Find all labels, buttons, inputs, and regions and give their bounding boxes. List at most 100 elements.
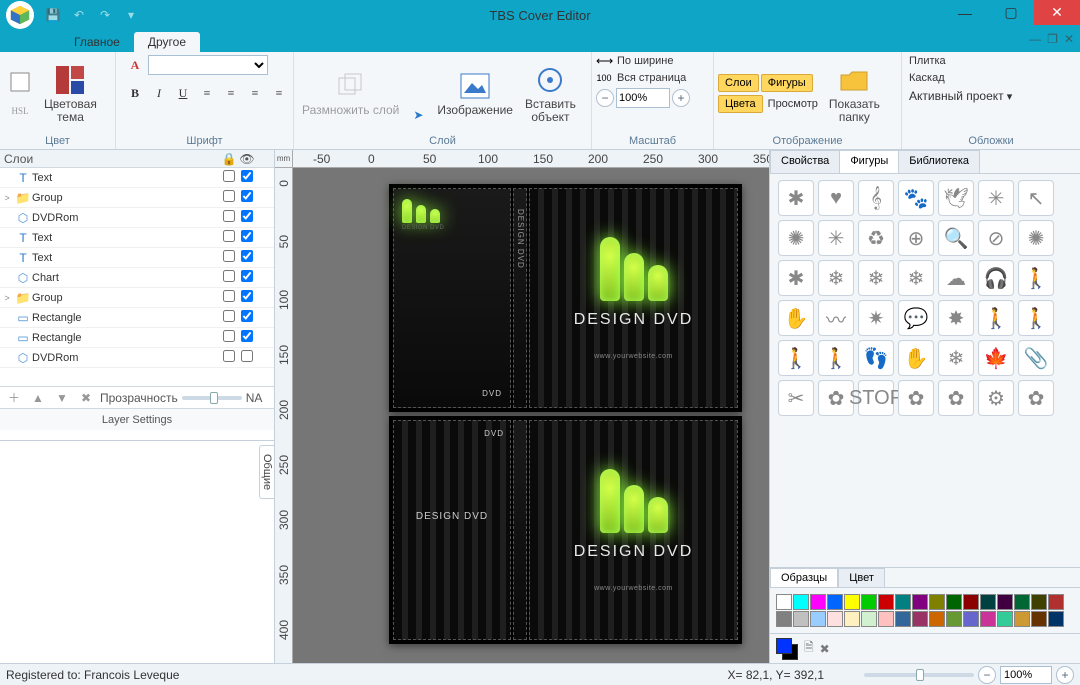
layer-visible[interactable] — [241, 330, 253, 342]
maximize-button[interactable]: ▢ — [988, 0, 1034, 25]
swatch[interactable] — [1031, 611, 1047, 627]
layer-lock[interactable] — [223, 250, 235, 262]
swatch[interactable] — [793, 611, 809, 627]
layer-visible[interactable] — [241, 270, 253, 282]
italic-button[interactable]: I — [148, 82, 170, 104]
layer-lock[interactable] — [223, 310, 235, 322]
layer-lock[interactable] — [223, 350, 235, 362]
swatch[interactable] — [861, 594, 877, 610]
app-menu[interactable] — [0, 0, 40, 30]
layer-visible[interactable] — [241, 350, 253, 362]
tab-properties[interactable]: Свойства — [770, 150, 840, 173]
shape-item[interactable]: ✿ — [938, 380, 974, 416]
shape-item[interactable]: 📎 — [1018, 340, 1054, 376]
insert-object-button[interactable]: Вставить объект — [521, 62, 580, 126]
shape-item[interactable]: ❄ — [898, 260, 934, 296]
fit-width-button[interactable]: По ширине — [614, 54, 677, 68]
layer-row[interactable]: >📁Group — [0, 188, 274, 208]
layer-row[interactable]: TText — [0, 248, 274, 268]
swatch[interactable] — [861, 611, 877, 627]
shape-item[interactable]: 🚶 — [978, 300, 1014, 336]
swatch[interactable] — [946, 594, 962, 610]
shape-item[interactable]: ✱ — [778, 180, 814, 216]
tab-shapes[interactable]: Фигуры — [839, 150, 899, 173]
shape-item[interactable]: 🚶 — [1018, 300, 1054, 336]
layer-lock[interactable] — [223, 330, 235, 342]
tab-color[interactable]: Цвет — [838, 568, 885, 587]
shapes-toggle[interactable]: Фигуры — [761, 74, 813, 92]
shape-item[interactable]: ☁ — [938, 260, 974, 296]
shape-item[interactable]: 〰 — [818, 300, 854, 336]
image-button[interactable]: Изображение — [433, 68, 517, 119]
swatch[interactable] — [1048, 611, 1064, 627]
shape-item[interactable]: ♻ — [858, 220, 894, 256]
align-left-icon[interactable]: ≡ — [196, 82, 218, 104]
shape-item[interactable]: ✳ — [978, 180, 1014, 216]
qat-save-icon[interactable]: 💾 — [44, 6, 62, 24]
align-justify-icon[interactable]: ≡ — [268, 82, 290, 104]
shape-item[interactable]: 𝄞 — [858, 180, 894, 216]
layer-down-icon[interactable]: ▼ — [52, 388, 72, 408]
dvd-cover-2[interactable]: DESIGN DVD DVD DESIGN DVD www.yourwebsit… — [389, 416, 742, 644]
shape-item[interactable]: ✿ — [898, 380, 934, 416]
swatch[interactable] — [895, 594, 911, 610]
layer-delete-icon[interactable]: ✖ — [76, 388, 96, 408]
qat-more-icon[interactable]: ▾ — [122, 6, 140, 24]
font-family-select[interactable] — [148, 55, 268, 75]
shape-item[interactable]: ✸ — [938, 300, 974, 336]
swatch[interactable] — [810, 594, 826, 610]
opacity-slider[interactable] — [182, 396, 242, 400]
zoom-value[interactable] — [1000, 666, 1052, 684]
zoom-slider[interactable] — [864, 673, 974, 677]
layer-visible[interactable] — [241, 170, 253, 182]
qat-redo-icon[interactable]: ↷ — [96, 6, 114, 24]
align-center-icon[interactable]: ≡ — [220, 82, 242, 104]
minimize-button[interactable]: — — [942, 0, 988, 25]
common-tab[interactable]: Общие — [259, 445, 274, 499]
swatch[interactable] — [878, 594, 894, 610]
close-button[interactable]: ✕ — [1034, 0, 1080, 25]
mdi-minimize-icon[interactable]: — — [1029, 32, 1041, 46]
layer-lock[interactable] — [223, 210, 235, 222]
shape-item[interactable]: STOP — [858, 380, 894, 416]
canvas[interactable]: DESIGN DVD DVD DESIGN DVD DESIGN DVD www… — [293, 168, 769, 663]
layer-row[interactable]: >📁Group — [0, 288, 274, 308]
swatch[interactable] — [963, 594, 979, 610]
swatch[interactable] — [827, 594, 843, 610]
shape-item[interactable]: ⚙ — [978, 380, 1014, 416]
tab-library[interactable]: Библиотека — [898, 150, 980, 173]
shape-item[interactable]: ❄ — [818, 260, 854, 296]
tab-samples[interactable]: Образцы — [770, 568, 838, 587]
shape-item[interactable]: ✳ — [818, 220, 854, 256]
doc-icon[interactable]: 🗎 — [804, 638, 814, 659]
swatch[interactable] — [997, 594, 1013, 610]
swatch[interactable] — [997, 611, 1013, 627]
layer-visible[interactable] — [241, 310, 253, 322]
swatch[interactable] — [963, 611, 979, 627]
shape-item[interactable]: 🚶 — [1018, 260, 1054, 296]
shape-item[interactable]: 🔍 — [938, 220, 974, 256]
colors-toggle[interactable]: Цвета — [718, 95, 763, 113]
layer-visible[interactable] — [241, 190, 253, 202]
tile-button[interactable]: Плитка — [906, 54, 949, 68]
shape-item[interactable]: ✺ — [1018, 220, 1054, 256]
layer-visible[interactable] — [241, 250, 253, 262]
hsl-button[interactable]: HSL — [9, 100, 31, 122]
current-color[interactable] — [776, 638, 792, 654]
layer-lock[interactable] — [223, 170, 235, 182]
layer-row[interactable]: TText — [0, 228, 274, 248]
zoom-out-icon[interactable]: − — [596, 89, 614, 107]
layer-row[interactable]: ▭Rectangle — [0, 308, 274, 328]
swatch[interactable] — [929, 611, 945, 627]
layer-add-icon[interactable]: ＋ — [4, 388, 24, 408]
tab-main[interactable]: Главное — [60, 32, 134, 52]
swatch[interactable] — [980, 611, 996, 627]
swatch[interactable] — [912, 594, 928, 610]
swatch[interactable] — [895, 611, 911, 627]
swatch[interactable] — [929, 594, 945, 610]
zoom-in-icon[interactable]: + — [672, 89, 690, 107]
bold-button[interactable]: B — [124, 82, 146, 104]
zoom-input[interactable] — [616, 88, 670, 108]
color-theme-button[interactable]: Цветовая тема — [40, 62, 101, 126]
shape-item[interactable]: 🚶 — [818, 340, 854, 376]
